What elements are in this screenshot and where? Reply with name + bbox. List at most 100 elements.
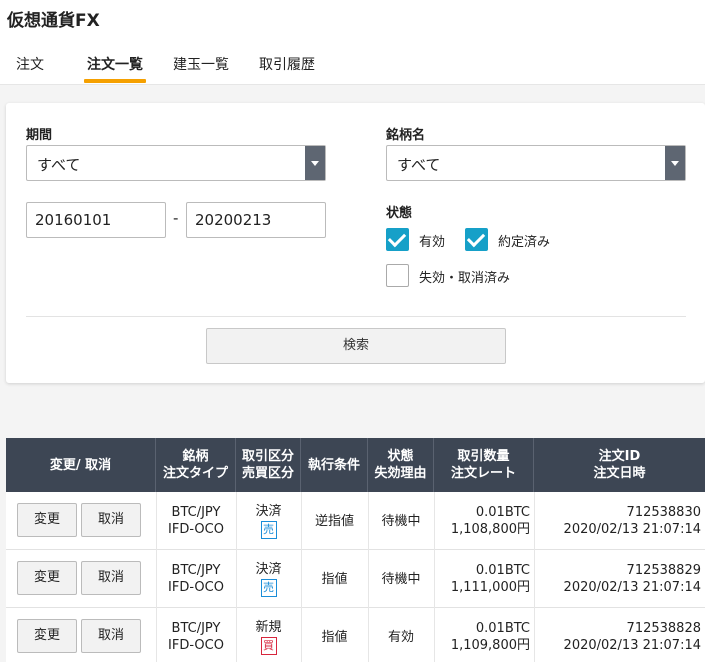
filter-panel: 期間 すべて 20160101 - 20200213 銘柄名 すべて 状態 有効… bbox=[6, 103, 705, 383]
trade-kind-text: 新規 bbox=[255, 620, 282, 635]
table-header: 変更/ 取消 銘柄 注文タイプ 取引区分 売買区分 執行条件 状態 失効理由 取… bbox=[6, 438, 705, 492]
period-label: 期間 bbox=[26, 128, 53, 143]
quantity-text: 0.01BTC bbox=[475, 563, 530, 578]
symbol-text: BTC/JPY bbox=[171, 505, 221, 520]
modify-button[interactable]: 変更 bbox=[17, 619, 77, 653]
status-text: 待機中 bbox=[381, 513, 421, 529]
symbol-select[interactable]: すべて bbox=[386, 145, 686, 181]
tab-position-list[interactable]: 建玉一覧 bbox=[173, 54, 229, 74]
divider bbox=[26, 316, 686, 317]
status-cell: 有効 bbox=[368, 608, 434, 662]
column-header-symbol: 銘柄 注文タイプ bbox=[156, 438, 236, 492]
condition-cell: 逆指値 bbox=[301, 492, 368, 550]
order-datetime-text: 2020/02/13 21:07:14 bbox=[563, 580, 701, 595]
modify-button[interactable]: 変更 bbox=[17, 561, 77, 595]
chevron-down-icon bbox=[305, 146, 325, 180]
status-cell: 待機中 bbox=[368, 550, 434, 608]
header-text: 取引数量 bbox=[457, 449, 510, 464]
rate-text: 1,109,800円 bbox=[450, 638, 530, 653]
condition-cell: 指値 bbox=[301, 608, 368, 662]
table-row: 変更 取消 BTC/JPY IFD-OCO 決済 売 逆指値 待機中 0.01B… bbox=[6, 492, 705, 550]
trade-kind-cell: 決済 売 bbox=[236, 550, 301, 608]
symbol-cell: BTC/JPY IFD-OCO bbox=[156, 492, 236, 550]
column-header-modify-cancel: 変更/ 取消 bbox=[6, 438, 156, 492]
order-type-text: IFD-OCO bbox=[168, 638, 224, 653]
status-cancelled-checkbox[interactable] bbox=[386, 264, 409, 287]
quantity-text: 0.01BTC bbox=[475, 505, 530, 520]
order-id-cell: 712538829 2020/02/13 21:07:14 bbox=[534, 550, 705, 608]
tab-order-list[interactable]: 注文一覧 bbox=[87, 54, 143, 74]
column-header-order-id: 注文ID 注文日時 bbox=[534, 438, 705, 492]
period-select-value: すべて bbox=[37, 156, 81, 174]
order-id-cell: 712538830 2020/02/13 21:07:14 bbox=[534, 492, 705, 550]
table-row: 変更 取消 BTC/JPY IFD-OCO 新規 買 指値 有効 0.01BTC… bbox=[6, 608, 705, 662]
status-executed-checkbox[interactable] bbox=[465, 228, 488, 251]
trade-kind-cell: 決済 売 bbox=[236, 492, 301, 550]
order-id-text: 712538829 bbox=[626, 563, 701, 578]
order-datetime-text: 2020/02/13 21:07:14 bbox=[563, 638, 701, 653]
symbol-cell: BTC/JPY IFD-OCO bbox=[156, 550, 236, 608]
order-type-text: IFD-OCO bbox=[168, 522, 224, 537]
symbol-select-value: すべて bbox=[397, 156, 441, 174]
search-button[interactable]: 検索 bbox=[206, 328, 506, 364]
cancel-button[interactable]: 取消 bbox=[81, 503, 141, 537]
symbol-cell: BTC/JPY IFD-OCO bbox=[156, 608, 236, 662]
order-type-text: IFD-OCO bbox=[168, 580, 224, 595]
date-from-input[interactable]: 20160101 bbox=[26, 202, 166, 238]
header-text: 注文タイプ bbox=[162, 466, 228, 481]
period-select[interactable]: すべて bbox=[26, 145, 326, 181]
header-text: 注文レート bbox=[450, 466, 516, 481]
header-text: 取引区分 bbox=[241, 449, 294, 464]
header-text: 銘柄 bbox=[182, 449, 209, 464]
status-active-label: 有効 bbox=[419, 235, 446, 250]
trade-kind-cell: 新規 買 bbox=[236, 608, 301, 662]
trade-kind-text: 決済 bbox=[255, 504, 282, 519]
tab-order[interactable]: 注文 bbox=[16, 54, 44, 74]
symbol-text: BTC/JPY bbox=[171, 563, 221, 578]
quantity-cell: 0.01BTC 1,108,800円 bbox=[434, 492, 534, 550]
status-cell: 待機中 bbox=[368, 492, 434, 550]
table-row: 変更 取消 BTC/JPY IFD-OCO 決済 売 指値 待機中 0.01BT… bbox=[6, 550, 705, 608]
modify-button[interactable]: 変更 bbox=[17, 503, 77, 537]
app-header: 仮想通貨FX 注文 注文一覧 建玉一覧 取引履歴 bbox=[0, 0, 705, 85]
date-to-input[interactable]: 20200213 bbox=[186, 202, 326, 238]
app-title: 仮想通貨FX bbox=[7, 11, 100, 31]
order-datetime-text: 2020/02/13 21:07:14 bbox=[563, 522, 701, 537]
condition-cell: 指値 bbox=[301, 550, 368, 608]
quantity-cell: 0.01BTC 1,111,000円 bbox=[434, 550, 534, 608]
cancel-button[interactable]: 取消 bbox=[81, 619, 141, 653]
sell-badge: 売 bbox=[260, 579, 277, 597]
active-tab-indicator bbox=[84, 79, 146, 83]
sell-badge: 売 bbox=[260, 521, 277, 539]
order-id-text: 712538828 bbox=[626, 621, 701, 636]
rate-text: 1,111,000円 bbox=[450, 580, 530, 595]
status-active-checkbox[interactable] bbox=[386, 228, 409, 251]
header-text: 注文ID bbox=[598, 449, 641, 464]
condition-text: 逆指値 bbox=[314, 513, 354, 529]
column-header-condition: 執行条件 bbox=[301, 438, 368, 492]
cancel-button[interactable]: 取消 bbox=[81, 561, 141, 595]
tab-trade-history[interactable]: 取引履歴 bbox=[259, 54, 315, 74]
buy-badge: 買 bbox=[260, 637, 277, 655]
header-text: 注文日時 bbox=[593, 466, 646, 481]
header-text: 売買区分 bbox=[241, 466, 294, 481]
column-header-trade-kind: 取引区分 売買区分 bbox=[236, 438, 301, 492]
status-label: 状態 bbox=[386, 206, 413, 221]
chevron-down-icon bbox=[665, 146, 685, 180]
column-header-quantity: 取引数量 注文レート bbox=[434, 438, 534, 492]
column-header-status: 状態 失効理由 bbox=[368, 438, 434, 492]
quantity-text: 0.01BTC bbox=[475, 621, 530, 636]
date-separator: - bbox=[173, 209, 179, 227]
symbol-label: 銘柄名 bbox=[386, 128, 426, 143]
header-text: 状態 bbox=[387, 449, 414, 464]
quantity-cell: 0.01BTC 1,109,800円 bbox=[434, 608, 534, 662]
symbol-text: BTC/JPY bbox=[171, 621, 221, 636]
order-id-cell: 712538828 2020/02/13 21:07:14 bbox=[534, 608, 705, 662]
order-id-text: 712538830 bbox=[626, 505, 701, 520]
condition-text: 指値 bbox=[321, 629, 348, 645]
rate-text: 1,108,800円 bbox=[450, 522, 530, 537]
condition-text: 指値 bbox=[321, 571, 348, 587]
header-text: 変更/ 取消 bbox=[49, 457, 112, 473]
status-text: 有効 bbox=[387, 629, 414, 645]
status-cancelled-label: 失効・取消済み bbox=[419, 271, 511, 286]
